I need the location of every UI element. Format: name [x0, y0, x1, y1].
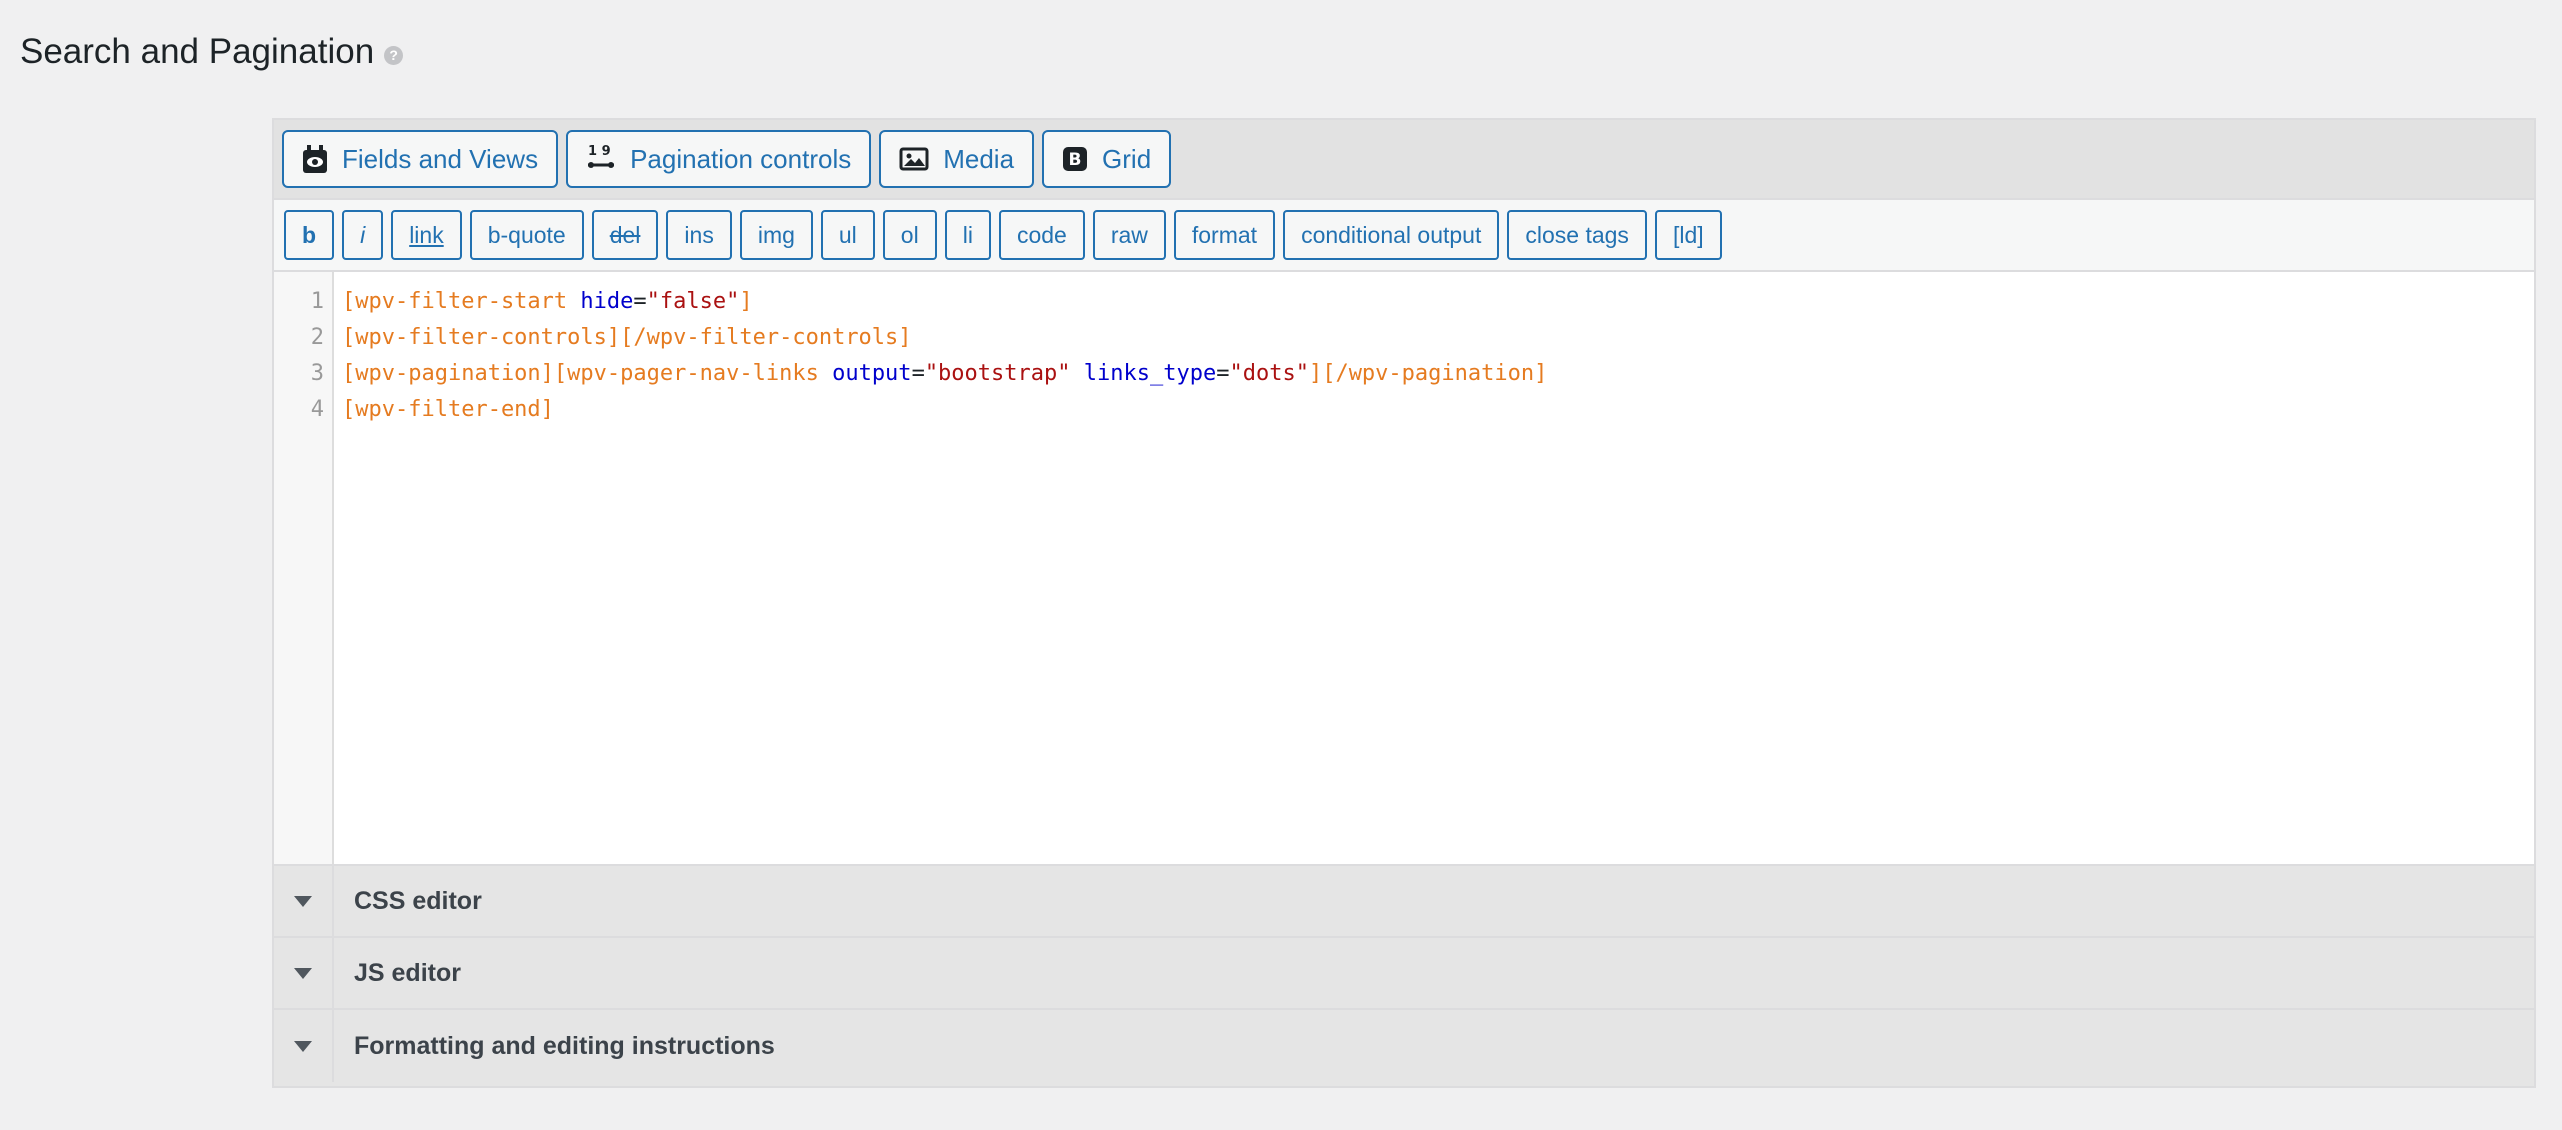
media-label: Media [943, 143, 1015, 174]
pagination-icon-digits: 1 9 [588, 144, 611, 159]
caret-down-icon [294, 967, 312, 979]
line-number: 2 [310, 325, 324, 350]
editor-toolbar: Fields and Views 1 9 Pagination controls [274, 120, 2534, 200]
quicktags-toolbar: b i link b-quote del ins img ul ol li co… [274, 200, 2534, 272]
code-line[interactable]: [wpv-filter-start hide="false"] [342, 284, 2534, 320]
media-button[interactable]: Media [879, 130, 1035, 188]
qt-img-button[interactable]: img [739, 210, 813, 260]
js-editor-panel[interactable]: JS editor [274, 938, 2534, 1010]
qt-format-button[interactable]: format [1173, 210, 1276, 260]
qt-link-button[interactable]: link [391, 210, 462, 260]
qt-li-button[interactable]: li [944, 210, 991, 260]
qt-ins-button[interactable]: ins [666, 210, 732, 260]
bootstrap-icon-letter: B [1069, 150, 1082, 170]
qt-del-button[interactable]: del [591, 210, 659, 260]
code-token: = [633, 289, 647, 314]
line-number-gutter: 1 2 3 4 [274, 272, 334, 864]
editor-container: Fields and Views 1 9 Pagination controls [272, 118, 2536, 1088]
qt-close-tags-button[interactable]: close tags [1507, 210, 1647, 260]
code-token: ] [739, 289, 753, 314]
help-icon[interactable]: ? [384, 45, 404, 65]
code-token: = [1216, 361, 1230, 386]
code-token: = [911, 361, 925, 386]
page-title: Search and Pagination ? [20, 32, 404, 72]
css-editor-toggle[interactable] [274, 866, 334, 936]
code-token: [wpv-pagination][wpv-pager-nav-links [342, 361, 819, 386]
pagination-controls-button[interactable]: 1 9 Pagination controls [566, 130, 872, 188]
pagination-controls-label: Pagination controls [630, 143, 852, 174]
qt-ld-button[interactable]: [ld] [1654, 210, 1722, 260]
fields-and-views-label: Fields and Views [342, 143, 539, 174]
code-token: "false" [646, 289, 740, 314]
code-token: "dots" [1229, 361, 1309, 386]
qt-ul-button[interactable]: ul [820, 210, 875, 260]
line-number: 4 [310, 397, 324, 422]
qt-bold-button[interactable]: b [284, 210, 335, 260]
js-editor-toggle[interactable] [274, 938, 334, 1008]
qt-ol-button[interactable]: ol [882, 210, 937, 260]
grid-button[interactable]: B Grid [1042, 130, 1172, 188]
code-line[interactable]: [wpv-filter-controls][/wpv-filter-contro… [342, 320, 2534, 356]
caret-down-icon [294, 895, 312, 907]
formatting-instructions-panel[interactable]: Formatting and editing instructions [274, 1010, 2534, 1082]
code-token: "bootstrap" [924, 361, 1071, 386]
code-token: links_type [1083, 361, 1217, 386]
code-line[interactable]: [wpv-pagination][wpv-pager-nav-links out… [342, 356, 2534, 392]
qt-raw-button[interactable]: raw [1092, 210, 1166, 260]
line-number: 1 [310, 289, 324, 314]
image-icon [899, 147, 929, 171]
qt-code-button[interactable]: code [998, 210, 1085, 260]
code-token: [wpv-filter-start [342, 289, 568, 314]
code-editor[interactable]: 1 2 3 4 [wpv-filter-start hide="false"] … [274, 272, 2534, 866]
css-editor-panel[interactable]: CSS editor [274, 866, 2534, 938]
line-number: 3 [310, 361, 324, 386]
code-line[interactable]: [wpv-filter-end] [342, 392, 2534, 428]
formatting-instructions-title[interactable]: Formatting and editing instructions [334, 1032, 775, 1061]
css-editor-title[interactable]: CSS editor [334, 887, 482, 916]
caret-down-icon [294, 1040, 312, 1052]
code-content[interactable]: [wpv-filter-start hide="false"] [wpv-fil… [334, 272, 2534, 864]
qt-blockquote-button[interactable]: b-quote [469, 210, 584, 260]
code-token: hide [580, 289, 634, 314]
code-token: [wpv-filter-controls][/wpv-filter-contro… [342, 325, 912, 350]
js-editor-title[interactable]: JS editor [334, 959, 461, 988]
qt-italic-button[interactable]: i [342, 210, 384, 260]
formatting-instructions-toggle[interactable] [274, 1010, 334, 1082]
pagination-icon: 1 9 [586, 143, 616, 175]
fields-views-icon [302, 144, 328, 174]
grid-label: Grid [1102, 143, 1152, 174]
code-token: ][/wpv-pagination] [1308, 361, 1548, 386]
fields-and-views-button[interactable]: Fields and Views [282, 130, 559, 188]
code-token: [wpv-filter-end] [342, 397, 554, 422]
code-token: output [832, 361, 912, 386]
page-title-text: Search and Pagination [20, 32, 375, 71]
qt-conditional-output-button[interactable]: conditional output [1283, 210, 1500, 260]
bootstrap-icon: B [1062, 146, 1088, 172]
